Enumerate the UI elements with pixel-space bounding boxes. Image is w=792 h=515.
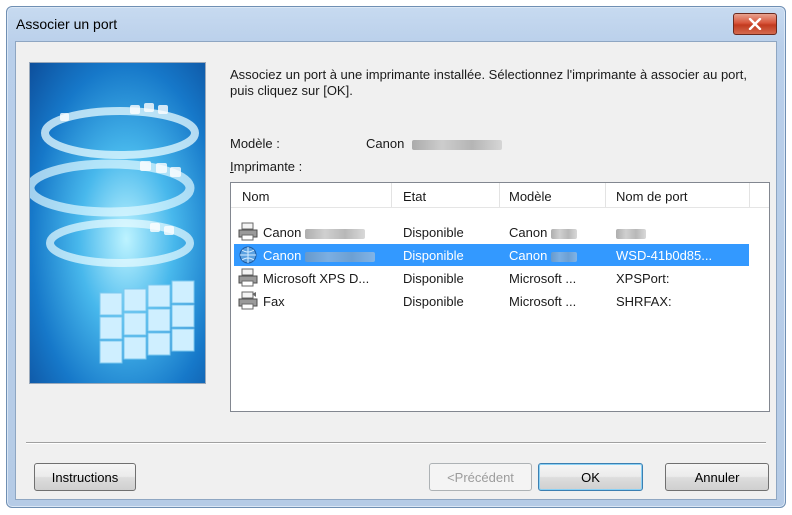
column-divider[interactable] xyxy=(391,183,392,207)
printer-port: XPSPort: xyxy=(616,271,670,286)
printer-state: Disponible xyxy=(403,225,464,240)
redacted-text xyxy=(550,251,577,262)
redacted-model-name xyxy=(411,139,502,150)
window-title: Associer un port xyxy=(16,16,118,32)
dialog-window: Associer un port Associez un port à une … xyxy=(6,6,786,508)
divider xyxy=(26,442,766,444)
instructions-button[interactable]: Instructions xyxy=(34,463,136,491)
model-label: Modèle : xyxy=(230,136,280,151)
previous-button[interactable]: <Précédent xyxy=(429,463,532,491)
printer-icon xyxy=(238,268,258,287)
model-value-text: Canon xyxy=(366,136,405,151)
column-header-port[interactable]: Nom de port xyxy=(616,189,688,204)
printer-port xyxy=(616,225,646,240)
printer-model: Canon xyxy=(509,248,577,263)
list-item-selected[interactable]: Canon Disponible Canon WSD-41b0d85... xyxy=(234,244,749,266)
list-header: Nom Etat Modèle Nom de port xyxy=(231,183,769,208)
column-divider[interactable] xyxy=(605,183,606,207)
printer-port: SHRFAX: xyxy=(616,294,672,309)
printer-name: Microsoft XPS D... xyxy=(263,271,370,286)
list-item[interactable]: Fax Disponible Microsoft ... SHRFAX: xyxy=(234,290,749,312)
printer-state: Disponible xyxy=(403,294,464,309)
printer-model: Microsoft ... xyxy=(509,294,577,309)
redacted-text xyxy=(304,228,365,239)
column-header-model[interactable]: Modèle xyxy=(509,189,552,204)
printer-list[interactable]: Nom Etat Modèle Nom de port Canon Dispon… xyxy=(230,182,770,412)
close-icon xyxy=(748,18,762,30)
redacted-text xyxy=(304,251,375,262)
model-value: Canon xyxy=(366,136,502,151)
column-header-name[interactable]: Nom xyxy=(242,189,269,204)
title-bar[interactable]: Associer un port xyxy=(7,7,785,41)
printer-model: Canon xyxy=(509,225,577,240)
network-printer-icon xyxy=(239,246,257,264)
dialog-body: Associez un port à une imprimante instal… xyxy=(15,41,777,500)
printer-name: Canon xyxy=(263,225,365,240)
cancel-button[interactable]: Annuler xyxy=(665,463,769,491)
redacted-text xyxy=(616,228,646,239)
printer-name: Fax xyxy=(263,294,285,309)
column-divider[interactable] xyxy=(749,183,750,207)
column-header-state[interactable]: Etat xyxy=(403,189,426,204)
printer-model: Microsoft ... xyxy=(509,271,577,286)
redacted-text xyxy=(550,228,577,239)
printer-label: Imprimante : xyxy=(230,159,302,174)
instruction-text: Associez un port à une imprimante instal… xyxy=(230,67,747,98)
printer-state: Disponible xyxy=(403,248,464,263)
printer-icon xyxy=(238,222,258,241)
list-item[interactable]: Canon Disponible Canon xyxy=(234,221,749,243)
printer-rings-illustration-icon xyxy=(30,103,199,364)
printer-state: Disponible xyxy=(403,271,464,286)
ok-button[interactable]: OK xyxy=(538,463,643,491)
printer-name: Canon xyxy=(263,248,375,263)
fax-icon xyxy=(238,291,258,310)
printer-label-text: mprimante : xyxy=(233,159,303,174)
printer-port: WSD-41b0d85... xyxy=(616,248,713,263)
close-button[interactable] xyxy=(733,13,777,35)
column-divider[interactable] xyxy=(499,183,500,207)
canon-banner-image xyxy=(29,62,206,384)
list-item[interactable]: Microsoft XPS D... Disponible Microsoft … xyxy=(234,267,749,289)
